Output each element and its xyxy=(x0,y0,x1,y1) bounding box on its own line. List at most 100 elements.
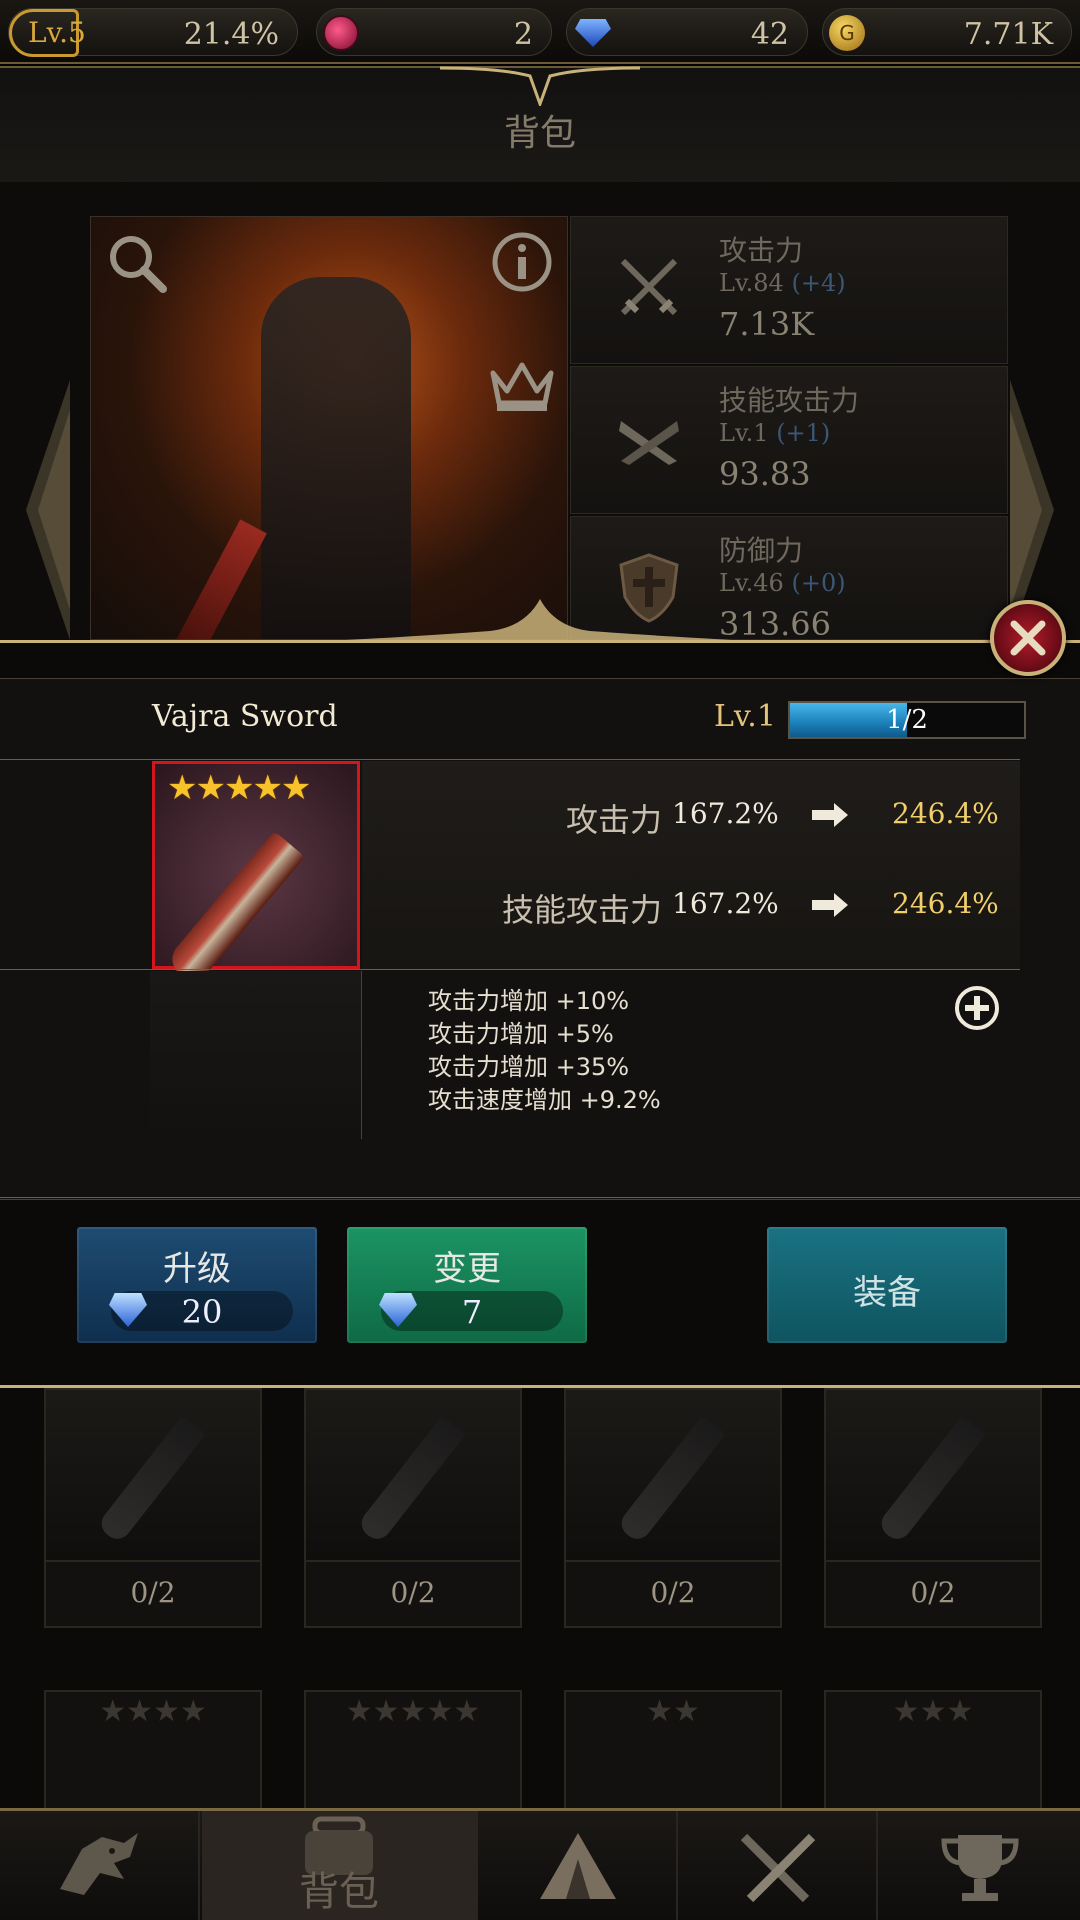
sapphire-count: 42 xyxy=(750,17,789,52)
change-cost-value: 7 xyxy=(461,1293,483,1331)
crossed-swords-icon xyxy=(740,1833,816,1903)
inventory-slot[interactable]: ★★★ xyxy=(824,1690,1042,1810)
arrow-right-icon xyxy=(812,893,848,917)
item-name: Vajra Sword xyxy=(152,699,338,734)
stat-level: Lv.84 (+4) xyxy=(719,269,846,297)
item-option: 攻击力增加 +35% xyxy=(428,1053,630,1081)
empty-slot-column xyxy=(150,971,362,1139)
divider xyxy=(0,759,1020,760)
hero-portrait xyxy=(90,216,568,640)
close-button[interactable] xyxy=(990,600,1066,676)
item-option: 攻击力增加 +10% xyxy=(428,987,630,1015)
equip-button[interactable]: 装备 xyxy=(764,1224,1010,1346)
slot-count: 0/2 xyxy=(130,1576,176,1609)
sword-icon xyxy=(96,1415,206,1545)
item-stars: ★★★★★ xyxy=(167,768,311,808)
upgrade-button[interactable]: 升级 20 xyxy=(74,1224,320,1346)
compare-next: 246.4% xyxy=(892,797,999,830)
stat-level: Lv.46 (+0) xyxy=(719,569,846,597)
sapphire-icon xyxy=(575,19,611,47)
info-icon[interactable] xyxy=(491,231,553,293)
change-label: 变更 xyxy=(433,1249,501,1289)
stat-value: 93.83 xyxy=(719,455,811,493)
upgrade-cost: 20 xyxy=(109,1291,293,1331)
ornament-icon xyxy=(440,66,640,106)
compare-label: 技能攻击力 xyxy=(501,891,662,929)
slot-stars: ★★ xyxy=(646,1694,700,1729)
inventory-slot[interactable]: ★★★★★ xyxy=(304,1690,522,1810)
camp-tent-icon xyxy=(540,1833,616,1899)
compare-current: 167.2% xyxy=(672,887,779,920)
compare-label: 攻击力 xyxy=(565,801,662,839)
plus-circle-icon[interactable] xyxy=(954,985,1000,1031)
item-icon-frame[interactable]: ★★★★★ xyxy=(152,761,360,987)
blade-icon xyxy=(616,1415,726,1545)
page-title: 背包 xyxy=(503,113,576,154)
slot-stars: ★★★ xyxy=(892,1694,974,1729)
tab-hero[interactable] xyxy=(0,1811,200,1920)
gold-currency[interactable]: G 7.71K xyxy=(822,8,1072,56)
item-image xyxy=(826,1390,1040,1562)
level-pill: Lv.5 21.4% xyxy=(8,8,298,57)
stat-compare-panel: 攻击力 167.2% 246.4% 技能攻击力 167.2% 246.4% xyxy=(362,761,1020,969)
tab-backpack[interactable]: 背包 xyxy=(202,1811,478,1920)
gold-coin-icon: G xyxy=(829,15,865,51)
sapphire-currency[interactable]: 42 xyxy=(566,8,808,56)
crown-icon[interactable] xyxy=(487,357,557,413)
slot-count: 0/2 xyxy=(650,1576,696,1609)
divider xyxy=(0,969,1020,970)
close-icon xyxy=(1010,620,1046,656)
tab-battle[interactable] xyxy=(680,1811,878,1920)
equip-label: 装备 xyxy=(853,1273,921,1313)
stat-row-attack: 攻击力 Lv.84 (+4) 7.13K xyxy=(570,216,1008,364)
tab-label: 背包 xyxy=(299,1869,379,1915)
level-badge: Lv.5 xyxy=(9,9,86,57)
crossed-blades-icon xyxy=(619,421,679,465)
ruby-icon xyxy=(323,15,359,51)
change-button[interactable]: 变更 7 xyxy=(344,1224,590,1346)
stat-value: 7.13K xyxy=(719,305,815,343)
item-detail-panel: Vajra Sword Lv.1 1/2 ★★★★★ 攻击力 167.2% 24… xyxy=(0,678,1080,1200)
upgrade-cost-value: 20 xyxy=(181,1293,223,1331)
ornament-icon xyxy=(290,599,790,643)
page-header: 背包 xyxy=(0,66,1080,182)
inventory-slot[interactable]: 0/2 xyxy=(564,1388,782,1628)
slot-stars: ★★★★★ xyxy=(345,1694,481,1729)
tab-camp[interactable] xyxy=(480,1811,678,1920)
inventory-slot[interactable]: 0/2 xyxy=(44,1388,262,1628)
slot-count: 0/2 xyxy=(390,1576,436,1609)
item-image xyxy=(566,1390,780,1562)
resource-bar: Lv.5 21.4% 2 42 G 7.71K xyxy=(0,0,1080,64)
bottom-nav: 背包 xyxy=(0,1808,1080,1920)
compare-next: 246.4% xyxy=(892,887,999,920)
sword-icon xyxy=(165,831,305,987)
level-progress: 21.4% xyxy=(183,17,279,52)
blade-icon xyxy=(356,1415,466,1545)
tab-ranking[interactable] xyxy=(880,1811,1080,1920)
ruby-currency[interactable]: 2 xyxy=(316,8,552,56)
trophy-icon xyxy=(941,1835,1019,1901)
change-cost: 7 xyxy=(379,1291,563,1331)
stat-row-skill-attack: 技能攻击力 Lv.1 (+1) 93.83 xyxy=(570,366,1008,514)
stat-label: 攻击力 xyxy=(719,234,804,267)
inventory-slot[interactable]: ★★ xyxy=(564,1690,782,1810)
item-option: 攻击速度增加 +9.2% xyxy=(428,1086,661,1114)
inventory-slot[interactable]: ★★★★ xyxy=(44,1690,262,1810)
inventory-slot[interactable]: 0/2 xyxy=(304,1388,522,1628)
compare-current: 167.2% xyxy=(672,797,779,830)
slot-count: 0/2 xyxy=(910,1576,956,1609)
scimitar-icon xyxy=(876,1415,986,1545)
stat-label: 防御力 xyxy=(719,534,804,567)
item-options-list: 攻击力增加 +10% 攻击力增加 +5% 攻击力增加 +35% 攻击速度增加 +… xyxy=(428,985,661,1117)
stat-level: Lv.1 (+1) xyxy=(719,419,831,447)
search-icon[interactable] xyxy=(105,231,169,295)
item-level: Lv.1 xyxy=(714,699,776,734)
prev-hero-arrow-icon[interactable] xyxy=(22,380,72,640)
arrow-right-icon xyxy=(812,803,848,827)
gold-count: 7.71K xyxy=(963,17,1053,52)
stat-label: 技能攻击力 xyxy=(719,384,860,417)
item-image xyxy=(306,1390,520,1562)
inventory-slot[interactable]: 0/2 xyxy=(824,1388,1042,1628)
divider xyxy=(0,1197,1080,1198)
upgrade-label: 升级 xyxy=(163,1249,231,1289)
